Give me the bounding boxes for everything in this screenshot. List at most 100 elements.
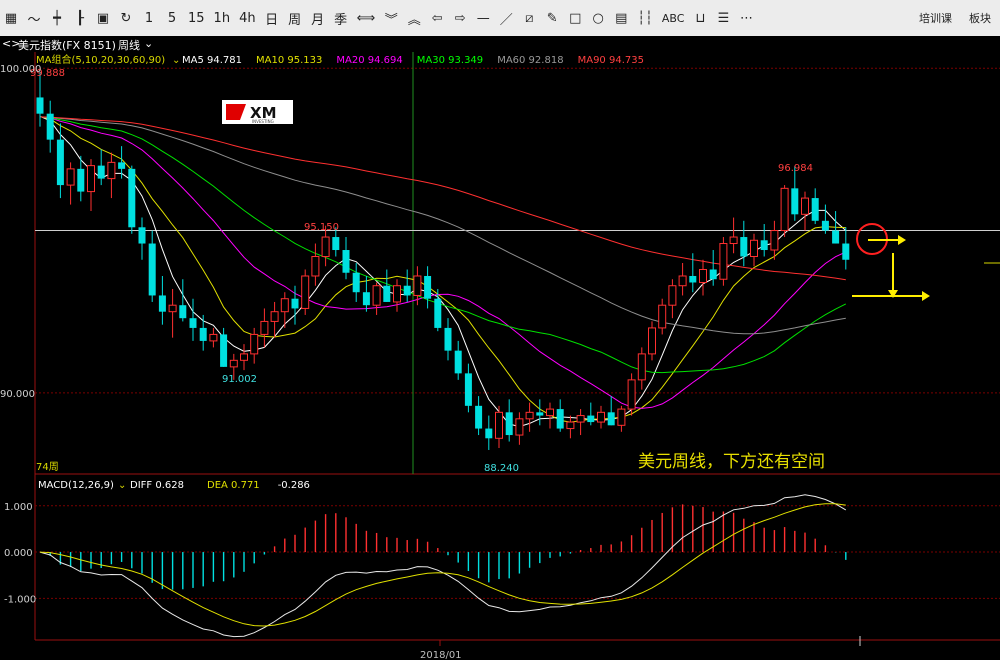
candle-body-up	[413, 275, 422, 296]
candle-body-up	[250, 333, 259, 355]
macd-legend-3: -0.286	[278, 480, 310, 491]
candle-body-down	[587, 415, 595, 423]
annotations: 99.88891.00295.15088.24096.984美元周线，下方还有空…	[30, 68, 1000, 474]
candle-body-down	[760, 240, 768, 251]
candle-body-down	[536, 412, 544, 416]
candle-body-down	[403, 285, 411, 296]
ma-legend-4: MA30 93.349	[417, 55, 483, 66]
candle-body-down	[556, 409, 564, 429]
ma-legend-1: MA5 94.781	[182, 55, 242, 66]
ma-legend-5: MA60 92.818	[497, 55, 563, 66]
macd-legend-2: DEA 0.771	[207, 480, 260, 491]
candle-body-down	[352, 272, 360, 293]
candle-body-down	[709, 269, 717, 280]
candle-body-down	[46, 113, 54, 140]
candle-body-up	[311, 256, 320, 277]
candle-body-up	[637, 353, 646, 381]
high-label-right: 96.984	[778, 163, 813, 174]
candle-body-down	[505, 412, 513, 436]
candle-body-up	[107, 161, 116, 180]
candle-body-down	[291, 298, 299, 309]
candle-body-down	[842, 243, 850, 260]
comment-text: 美元周线，下方还有空间	[638, 452, 825, 472]
candle-body-up	[729, 236, 738, 245]
macd-tick-label: 0.000	[4, 548, 33, 559]
candle-body-up	[301, 275, 310, 309]
price-tick-label: 90.000	[0, 389, 35, 400]
peak-label: 95.150	[304, 222, 339, 233]
candle-body-down	[158, 295, 166, 312]
candle-body-up	[372, 285, 381, 306]
candle-body-up	[648, 327, 656, 355]
ma-legend-6: MA90 94.735	[578, 55, 644, 66]
macd-diff-line	[39, 494, 847, 638]
candle-body-down	[607, 412, 615, 426]
candle-body-down	[485, 428, 493, 439]
weeks-label: 74周	[36, 461, 59, 473]
yellow-arrowhead-2	[922, 291, 930, 301]
chevron-down-icon: ⌄	[118, 480, 126, 491]
candle-body-down	[189, 318, 197, 328]
candle-body-down	[424, 275, 432, 299]
ma-legend-2: MA10 95.133	[256, 55, 322, 66]
macd-panel	[35, 494, 1000, 638]
candle-body-up	[66, 168, 75, 186]
labels: 100.00090.000MA组合(5,10,20,30,60,90) MA5 9…	[0, 53, 861, 660]
candle-body-up	[280, 298, 289, 313]
candle-body-down	[689, 275, 697, 283]
candle-body-down	[464, 373, 472, 406]
candle-body-up	[597, 411, 605, 423]
candle-body-down	[56, 139, 64, 186]
candle-body-down	[77, 168, 85, 192]
candle-body-up	[87, 165, 95, 193]
yellow-arrowhead-1	[898, 235, 906, 245]
candle-body-down	[220, 334, 228, 367]
candle-body-up	[566, 421, 575, 430]
candle-body-up	[229, 359, 238, 368]
candle-body-up	[750, 239, 758, 258]
candle-body-down	[444, 327, 452, 351]
candle-body-down	[454, 350, 462, 374]
date-label: 2018/01	[420, 650, 462, 660]
candle-body-down	[199, 327, 207, 341]
candle-body-up	[627, 379, 636, 410]
candle-body-up	[393, 285, 401, 303]
candle-body-up	[699, 268, 707, 283]
candle-body-down	[362, 292, 370, 306]
macd-tick-label: -1.000	[4, 594, 36, 605]
chart-canvas: 99.88891.00295.15088.24096.984美元周线，下方还有空…	[0, 52, 1000, 660]
candle-body-up	[546, 408, 554, 417]
candle-body-down	[740, 237, 748, 257]
candle-body-up	[617, 408, 626, 426]
low-label-2: 88.240	[484, 463, 519, 474]
candle-body-down	[148, 243, 156, 296]
candle-body-up	[525, 411, 534, 420]
candle-body-up	[260, 320, 269, 335]
candle-body-up	[495, 411, 503, 439]
candle-body-down	[383, 285, 391, 302]
candle-body-up	[801, 197, 809, 215]
candle-body-up	[515, 418, 524, 436]
candle-body-up	[270, 311, 279, 322]
candle-body-down	[36, 97, 44, 114]
xm-logo: XMINVESTING	[222, 100, 293, 124]
macd-dea-line	[39, 503, 846, 627]
macd-legend-0: MACD(12,26,9)	[38, 480, 114, 491]
candle-body-down	[475, 405, 483, 429]
low-label-1: 91.002	[222, 374, 257, 385]
candle-body-down	[332, 237, 340, 251]
candle-body-down	[342, 250, 350, 273]
chevron-down-icon: ⌄	[172, 55, 180, 66]
candle-body-down	[97, 165, 105, 179]
candle-body-up	[168, 304, 177, 313]
candle-body-up	[321, 236, 330, 258]
candle-body-down	[821, 220, 829, 231]
macd-tick-label: 1.000	[4, 502, 33, 513]
candle-body-down	[434, 298, 442, 328]
ma-legend-3: MA20 94.694	[336, 55, 402, 66]
candle-body-up	[678, 275, 687, 287]
candle-body-up	[240, 353, 248, 361]
candle-body-up	[576, 415, 585, 423]
macd-legend-1: DIFF 0.628	[130, 480, 184, 491]
candle-body-up	[780, 187, 789, 232]
